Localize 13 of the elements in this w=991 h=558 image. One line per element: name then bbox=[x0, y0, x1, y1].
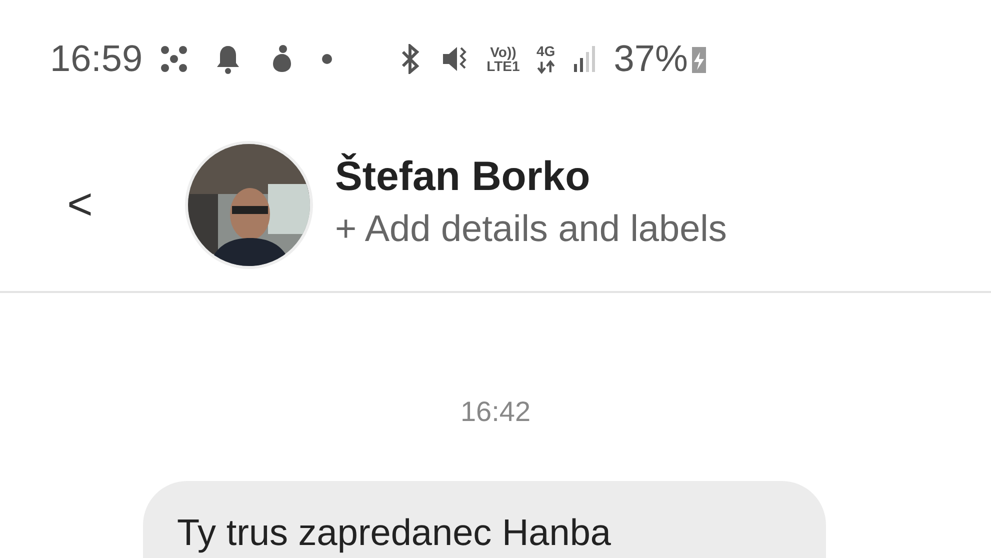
arrows-icon bbox=[536, 60, 556, 74]
clock-time: 16:59 bbox=[50, 37, 143, 82]
back-button[interactable]: < bbox=[60, 172, 100, 238]
battery-percent: 37% bbox=[614, 37, 688, 82]
message-bubble: Ty trus zapredanec Hanba bbox=[143, 481, 826, 558]
volte-label: Vo)) bbox=[489, 45, 518, 59]
lte-label: LTE1 bbox=[486, 59, 520, 73]
add-details-link[interactable]: + Add details and labels bbox=[335, 201, 727, 257]
message-timestamp: 16:42 bbox=[460, 396, 531, 427]
network-label: 4G bbox=[536, 44, 556, 58]
contact-name: Štefan Borko bbox=[335, 152, 592, 202]
signal-icon bbox=[572, 44, 598, 74]
flower-icon bbox=[158, 44, 189, 74]
